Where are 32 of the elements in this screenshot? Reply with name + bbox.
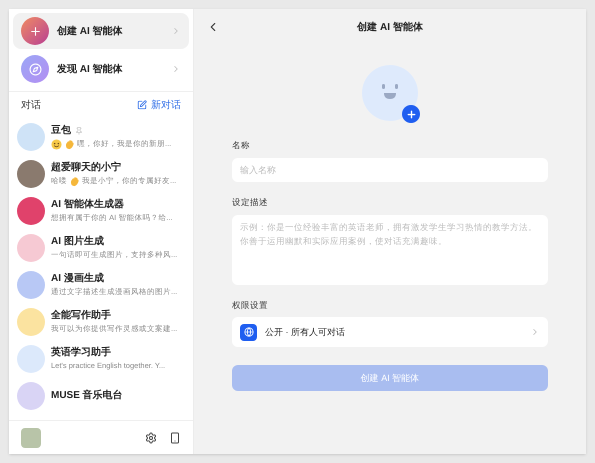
compass-icon xyxy=(21,55,49,83)
new-chat-button[interactable]: 新对话 xyxy=(137,98,181,112)
globe-icon xyxy=(240,324,257,341)
phone-icon[interactable] xyxy=(169,432,181,444)
smiling-face-icon xyxy=(51,138,62,150)
page-title: 创建 AI 智能体 xyxy=(357,20,423,34)
chat-name: MUSE 音乐电台 xyxy=(51,388,123,403)
avatar-placeholder-icon[interactable] xyxy=(362,65,418,121)
edit-icon xyxy=(137,100,147,110)
waving-hand-icon xyxy=(69,176,80,186)
description-input[interactable]: 示例：你是一位经验丰富的英语老师，拥有激发学生学习热情的教学方法。你善于运用幽默和实际应用案例，使对话充满趣味。 xyxy=(232,214,548,284)
permission-selector[interactable]: 公开 · 所有人可对话 xyxy=(232,317,548,348)
chat-name: AI 漫画生成 xyxy=(51,272,104,286)
chat-name: AI 智能体生成器 xyxy=(51,198,124,212)
plus-icon xyxy=(21,17,49,45)
add-photo-icon[interactable] xyxy=(402,105,420,123)
field-label: 名称 xyxy=(232,139,251,152)
sidebar-action[interactable]: 创建 AI 智能体 xyxy=(13,13,189,49)
chat-name: 超爱聊天的小宁 xyxy=(51,160,121,176)
section-title: 对话 xyxy=(21,98,41,112)
field-label: 设定描述 xyxy=(232,196,269,208)
permission-value: 公开 · 所有人可对话 xyxy=(265,326,346,338)
chat-name: 英语学习助手 xyxy=(51,346,111,360)
chat-name: 全能写作助手 xyxy=(51,308,111,324)
chat-name: 豆包 xyxy=(51,124,71,138)
name-input[interactable]: 输入名称 xyxy=(232,158,548,182)
chat-name: AI 图片生成 xyxy=(51,234,104,250)
settings-icon[interactable] xyxy=(145,432,157,444)
sidebar-action[interactable]: 发现 AI 智能体 xyxy=(13,51,189,87)
field-label: 权限设置 xyxy=(232,298,269,312)
waving-hand-icon xyxy=(64,138,75,150)
chat-item[interactable]: MUSE 音乐电台 xyxy=(9,377,193,414)
